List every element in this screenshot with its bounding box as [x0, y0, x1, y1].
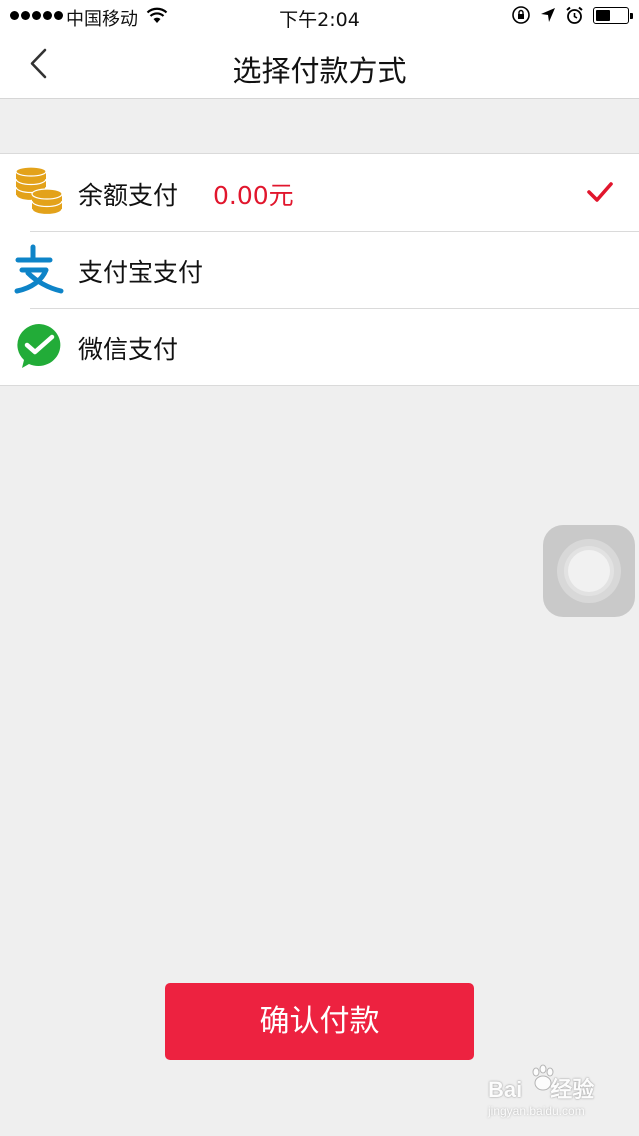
payment-option-wechat[interactable]: 微信支付: [0, 308, 639, 385]
wechat-pay-icon: [17, 324, 61, 368]
navigation-bar: 选择付款方式: [0, 32, 639, 99]
assistive-touch-button[interactable]: [543, 525, 635, 617]
rotation-lock-icon: [512, 6, 530, 24]
watermark-url: jingyan.baidu.com: [488, 1104, 585, 1118]
payment-option-balance[interactable]: 余额支付 0.00元: [0, 154, 639, 231]
location-icon: [541, 8, 555, 22]
paw-icon: [532, 1064, 554, 1091]
alarm-icon: [566, 6, 583, 24]
confirm-payment-button[interactable]: 确认付款: [165, 983, 474, 1060]
baidu-jingyan-watermark: Bai 经验 jingyan.baidu.com: [488, 1064, 613, 1126]
payment-option-label: 余额支付: [78, 181, 179, 210]
coins-icon: [15, 167, 63, 216]
status-bar: 中国移动 下午2:04: [0, 0, 639, 32]
page-title: 选择付款方式: [232, 54, 407, 88]
payment-option-alipay[interactable]: 支付宝支付: [0, 231, 639, 308]
payment-option-label: 支付宝支付: [78, 258, 204, 287]
checkmark-icon: [587, 182, 613, 202]
battery-icon: [593, 6, 633, 24]
balance-amount: 0.00元: [213, 181, 294, 210]
payment-option-label: 微信支付: [78, 335, 179, 364]
alipay-icon: [14, 244, 64, 294]
payment-options-list: 余额支付 0.00元 支付宝支付 微信支付: [0, 153, 639, 386]
